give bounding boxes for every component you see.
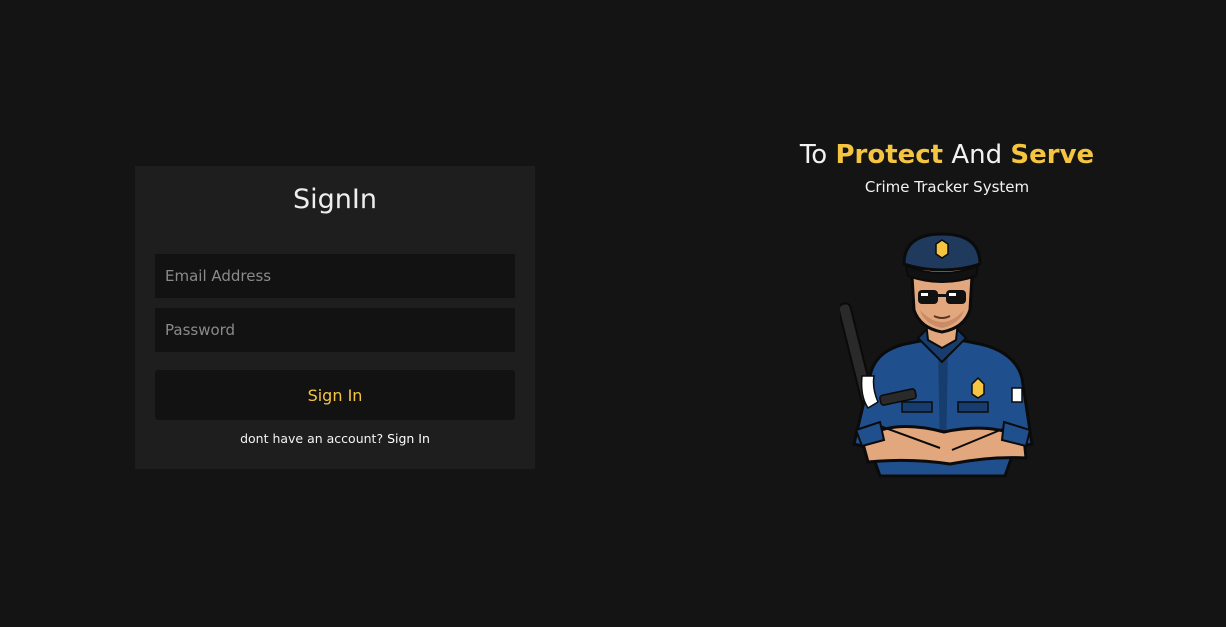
signup-prompt: dont have an account? Sign In	[135, 431, 535, 446]
signin-button[interactable]: Sign In	[155, 370, 515, 420]
police-cap-icon	[902, 232, 982, 283]
signup-prompt-text: dont have an account?	[240, 431, 388, 446]
signin-card: SignIn Sign In dont have an account? Sig…	[135, 166, 535, 469]
signin-link[interactable]: Sign In	[387, 431, 430, 446]
hero: To Protect And Serve Crime Tracker Syste…	[747, 136, 1147, 196]
hero-word-serve: Serve	[1010, 140, 1095, 170]
hero-word-protect: Protect	[835, 140, 944, 170]
signin-title: SignIn	[293, 184, 377, 215]
password-field[interactable]	[155, 308, 515, 352]
police-officer-icon	[840, 232, 1034, 478]
page: SignIn Sign In dont have an account? Sig…	[0, 0, 1226, 627]
hero-heading: To Protect And Serve	[747, 136, 1147, 174]
hero-subtitle: Crime Tracker System	[864, 178, 1030, 196]
hero-word-to: To	[799, 140, 836, 170]
hero-word-and: And	[943, 140, 1011, 170]
email-field[interactable]	[155, 254, 515, 298]
